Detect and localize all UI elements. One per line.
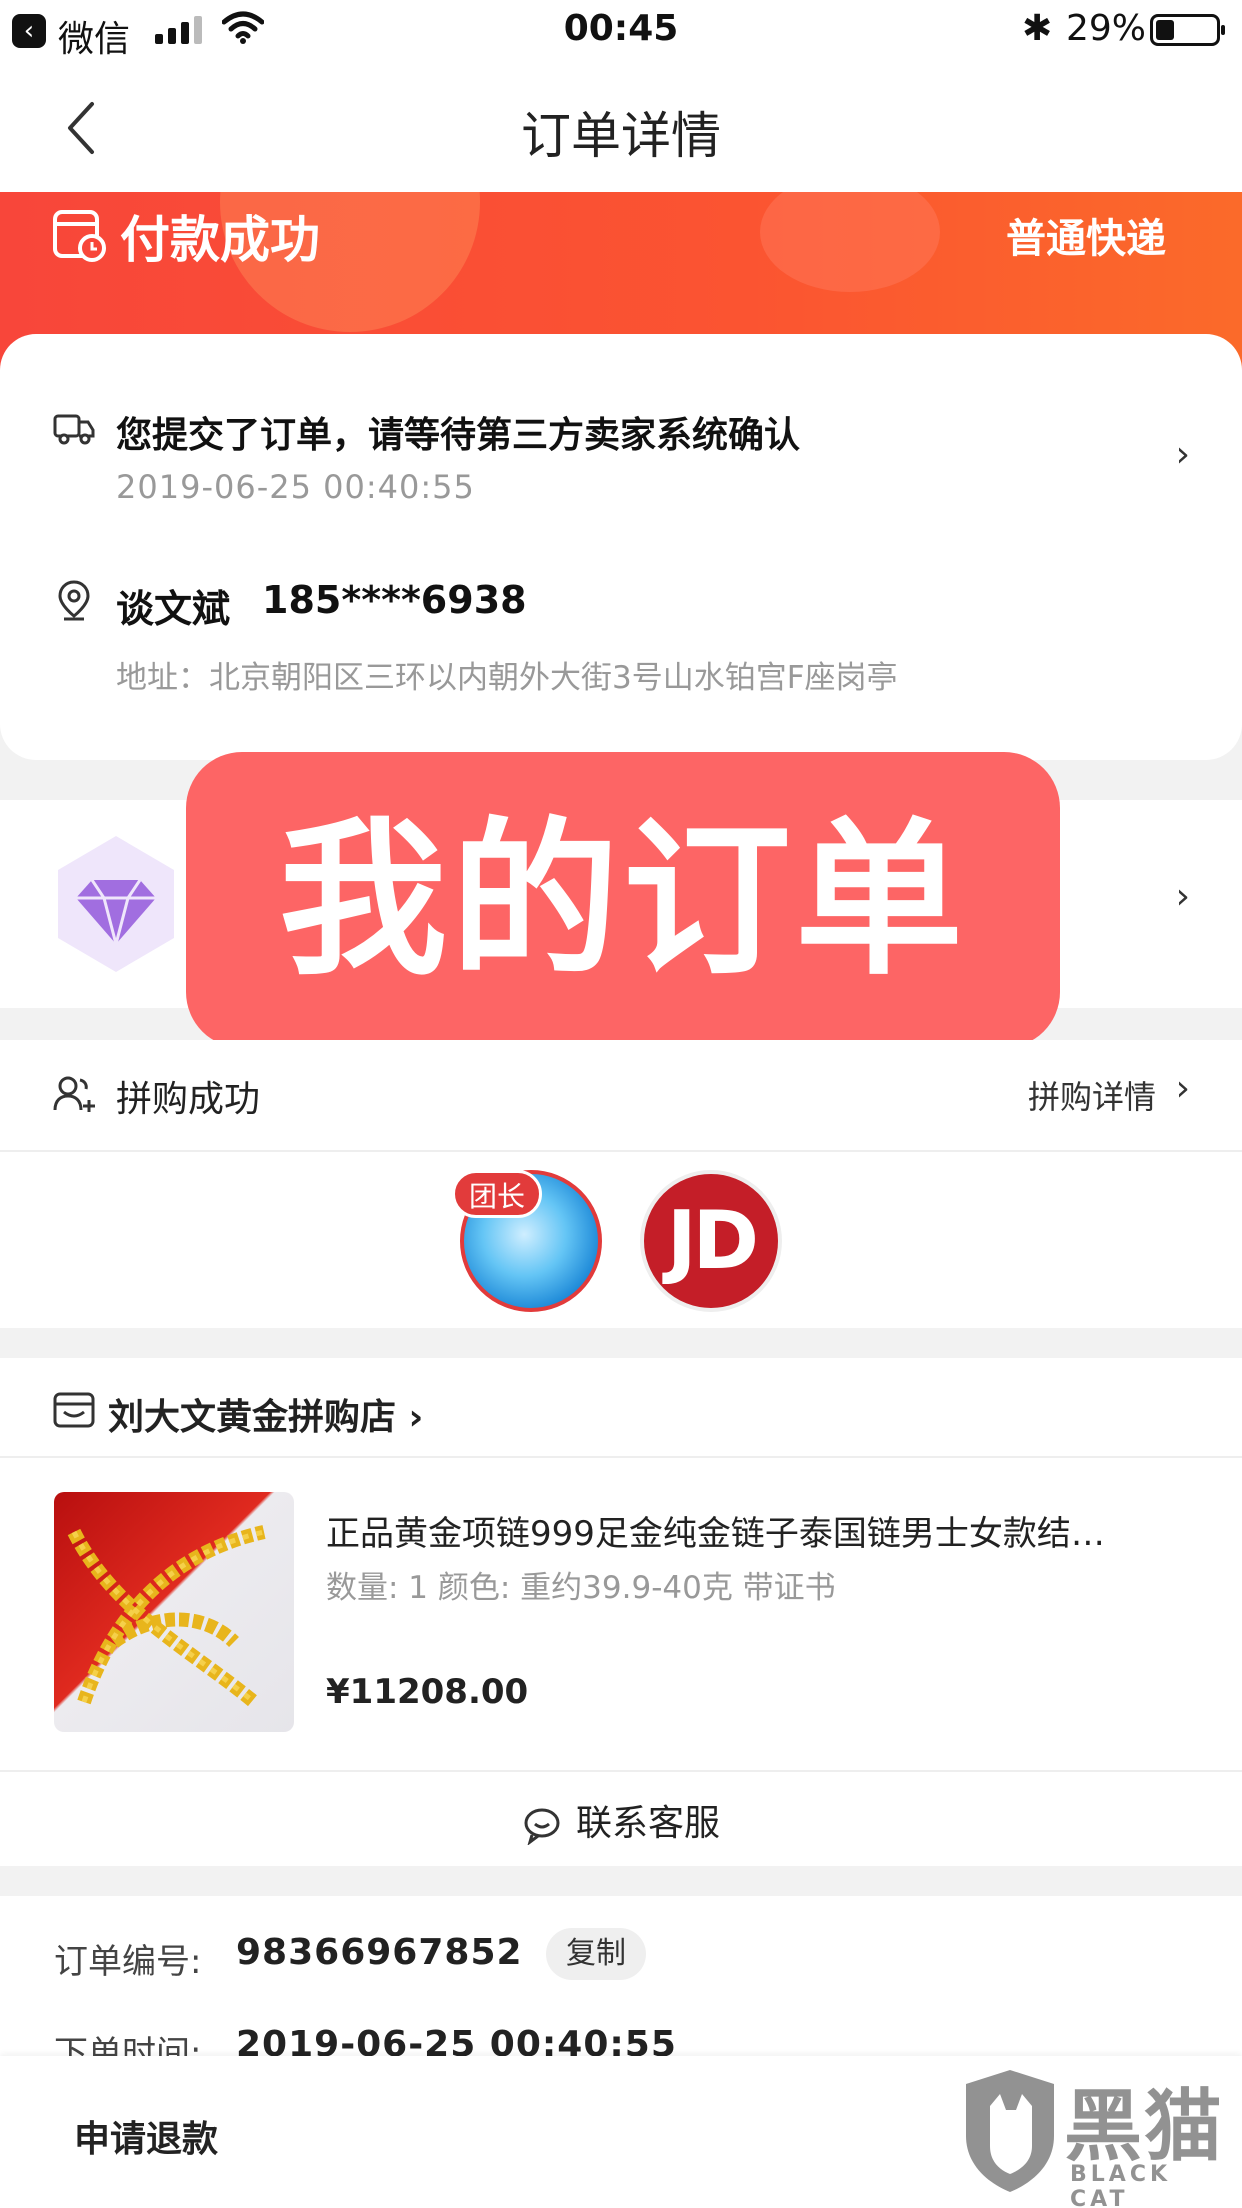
watermark-en: BLACK CAT xyxy=(1070,2162,1172,2208)
jd-member-avatar[interactable]: JD xyxy=(640,1170,782,1312)
chevron-right-icon[interactable]: › xyxy=(1176,876,1190,917)
gold-chain-icon xyxy=(67,1525,266,1708)
shop-product-card: 刘大文黄金拼购店 › 正品黄金项链999足金纯金链子泰国链男士女款结… 数量: … xyxy=(0,1358,1242,1866)
cat-shield-icon xyxy=(966,2070,1054,2192)
battery-percent: 29% xyxy=(1066,8,1147,49)
order-time: 2019-06-25 00:40:55 xyxy=(236,2024,677,2056)
contact-service-label: 联系客服 xyxy=(575,1803,720,1844)
divider xyxy=(0,1456,1242,1458)
chat-bubble-icon xyxy=(524,1808,560,1845)
status-bar: ‹ 微信 00:45 ✱ 29% xyxy=(0,0,1242,62)
refund-button[interactable]: 申请退款 xyxy=(74,2110,218,2162)
chevron-right-icon[interactable]: › xyxy=(1176,434,1190,475)
divider xyxy=(0,1770,1242,1772)
copy-button[interactable]: 复制 xyxy=(546,1928,646,1980)
recipient-phone: 185****6938 xyxy=(262,578,527,622)
order-info-card: 订单编号: 98366967852 复制 下单时间: 2019-06-25 00… xyxy=(0,1896,1242,2056)
contact-service-button[interactable]: 联系客服 xyxy=(0,1794,1242,1846)
divider xyxy=(0,1150,1242,1152)
clock: 00:45 xyxy=(563,8,679,49)
order-number-label: 订单编号: xyxy=(54,1942,202,1982)
product-title[interactable]: 正品黄金项链999足金纯金链子泰国链男士女款结… xyxy=(326,1506,1176,1555)
black-cat-watermark: 黑猫 BLACK CAT xyxy=(960,2056,1232,2208)
battery-icon xyxy=(1150,14,1225,46)
leader-badge: 团长 xyxy=(452,1170,542,1218)
payment-success-icon xyxy=(53,210,106,262)
shop-name[interactable]: 刘大文黄金拼购店 › xyxy=(108,1388,423,1440)
chevron-right-icon[interactable]: › xyxy=(1176,1068,1190,1109)
navigation-bar: 订单详情 xyxy=(0,62,1242,192)
shipping-method: 普通快递 xyxy=(1006,216,1166,262)
chevron-right-icon: › xyxy=(396,1397,424,1438)
order-number: 98366967852 xyxy=(236,1932,523,1973)
truck-icon xyxy=(53,414,95,445)
group-purchase-card: 拼购成功 拼购详情 › 团长 JD xyxy=(0,1040,1242,1328)
bluetooth-icon: ✱ xyxy=(1022,8,1053,49)
watermark-cn: 黑猫 xyxy=(1064,2082,1225,2172)
order-status-card[interactable]: 您提交了订单，请等待第三方卖家系统确认 2019-06-25 00:40:55 … xyxy=(0,334,1242,760)
my-orders-overlay-label: 我的订单 xyxy=(186,752,1060,1048)
order-time-label: 下单时间: xyxy=(54,2034,202,2056)
product-spec: 数量: 1 颜色: 重约39.9-40克 带证书 xyxy=(326,1570,836,1606)
order-status-message: 您提交了订单，请等待第三方卖家系统确认 xyxy=(116,415,801,456)
bottom-action-bar: 申请退款 黑猫 BLACK CAT xyxy=(0,2056,1242,2208)
shipping-address: 地址：北京朝阳区三环以内朝外大街3号山水铂宫F座岗亭 xyxy=(116,660,898,696)
product-price: ¥11208.00 xyxy=(326,1672,529,1712)
group-details-link[interactable]: 拼购详情 xyxy=(1028,1072,1156,1118)
product-image[interactable] xyxy=(54,1492,294,1732)
diamond-logo-icon xyxy=(58,836,174,972)
users-icon xyxy=(53,1076,95,1112)
shop-icon xyxy=(53,1392,95,1428)
shop-name-label: 刘大文黄金拼购店 xyxy=(108,1397,397,1438)
location-pin-icon xyxy=(58,580,90,621)
group-status-title: 拼购成功 xyxy=(116,1079,261,1120)
recipient-name: 谈文斌 xyxy=(116,587,231,631)
page-title: 订单详情 xyxy=(521,107,721,165)
order-status-time: 2019-06-25 00:40:55 xyxy=(116,468,475,506)
payment-status-text: 付款成功 xyxy=(120,211,320,269)
